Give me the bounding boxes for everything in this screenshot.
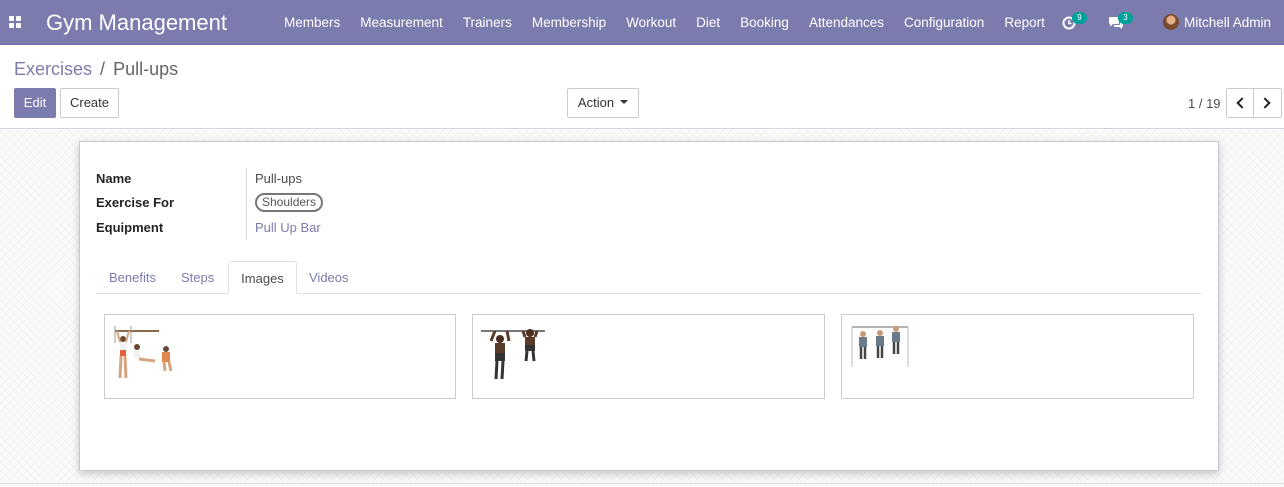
equipment-label: Equipment — [96, 220, 164, 235]
form-sheet: Name Pull-ups Exercise For Shoulders Equ… — [79, 141, 1219, 471]
exercise-for-label: Exercise For — [96, 195, 175, 210]
menu-item-report[interactable]: Report — [994, 0, 1055, 45]
menu-item-members[interactable]: Members — [274, 0, 350, 45]
breadcrumb-exercises-link[interactable]: Exercises — [14, 59, 92, 79]
bottom-divider — [0, 483, 1284, 484]
pager-previous-button[interactable] — [1226, 88, 1254, 118]
top-navbar: Gym Management Members Measurement Train… — [0, 0, 1284, 45]
menu-item-diet[interactable]: Diet — [686, 0, 730, 45]
apps-menu-icon[interactable] — [9, 16, 21, 28]
exercise-image-card[interactable] — [841, 314, 1194, 399]
pullup-woman-image — [114, 326, 173, 379]
message-count-badge: 3 — [1118, 12, 1133, 24]
action-dropdown-button[interactable]: Action — [567, 88, 639, 118]
field-divider — [246, 168, 247, 240]
user-avatar[interactable] — [1163, 14, 1179, 30]
menu-item-configuration[interactable]: Configuration — [894, 0, 994, 45]
create-button[interactable]: Create — [60, 88, 119, 118]
exercise-image-card[interactable] — [472, 314, 825, 399]
menu-item-attendances[interactable]: Attendances — [799, 0, 894, 45]
tab-videos[interactable]: Videos — [309, 261, 349, 294]
breadcrumb-current: Pull-ups — [113, 59, 179, 79]
activity-clock-icon[interactable]: 9 — [1062, 12, 1087, 31]
notebook-tabs: Benefits Steps Images Videos — [96, 261, 1202, 294]
name-label: Name — [96, 171, 132, 186]
pager-value[interactable]: 1 / 19 — [1188, 96, 1221, 111]
exercise-for-tag: Shoulders — [255, 193, 324, 212]
breadcrumb-separator: / — [100, 59, 106, 79]
tab-benefits[interactable]: Benefits — [109, 261, 156, 294]
caret-down-icon — [620, 100, 629, 105]
tab-steps[interactable]: Steps — [181, 261, 214, 294]
exercise-image-card[interactable] — [104, 314, 456, 399]
name-value: Pull-ups — [255, 171, 302, 186]
equipment-link[interactable]: Pull Up Bar — [255, 220, 321, 235]
pullup-sequence-image — [851, 326, 909, 367]
breadcrumb: Exercises / Pull-ups — [14, 59, 178, 80]
pullup-man-image — [481, 329, 545, 380]
app-title[interactable]: Gym Management — [46, 10, 227, 36]
menu-item-trainers[interactable]: Trainers — [453, 0, 522, 45]
main-menu: Members Measurement Trainers Membership … — [274, 0, 1055, 45]
chevron-left-icon — [1236, 97, 1248, 109]
activity-count-badge: 9 — [1072, 12, 1087, 24]
control-panel: Exercises / Pull-ups Edit Create Action … — [0, 45, 1284, 129]
menu-item-measurement[interactable]: Measurement — [350, 0, 453, 45]
edit-button[interactable]: Edit — [14, 88, 56, 118]
menu-item-booking[interactable]: Booking — [730, 0, 799, 45]
menu-item-workout[interactable]: Workout — [616, 0, 686, 45]
menu-item-membership[interactable]: Membership — [522, 0, 616, 45]
user-menu[interactable]: Mitchell Admin — [1184, 15, 1271, 30]
pager-next-button[interactable] — [1254, 88, 1282, 118]
chevron-right-icon — [1259, 97, 1271, 109]
action-label: Action — [577, 95, 615, 110]
messages-chat-icon[interactable]: 3 — [1108, 12, 1133, 31]
tab-images[interactable]: Images — [228, 261, 297, 294]
